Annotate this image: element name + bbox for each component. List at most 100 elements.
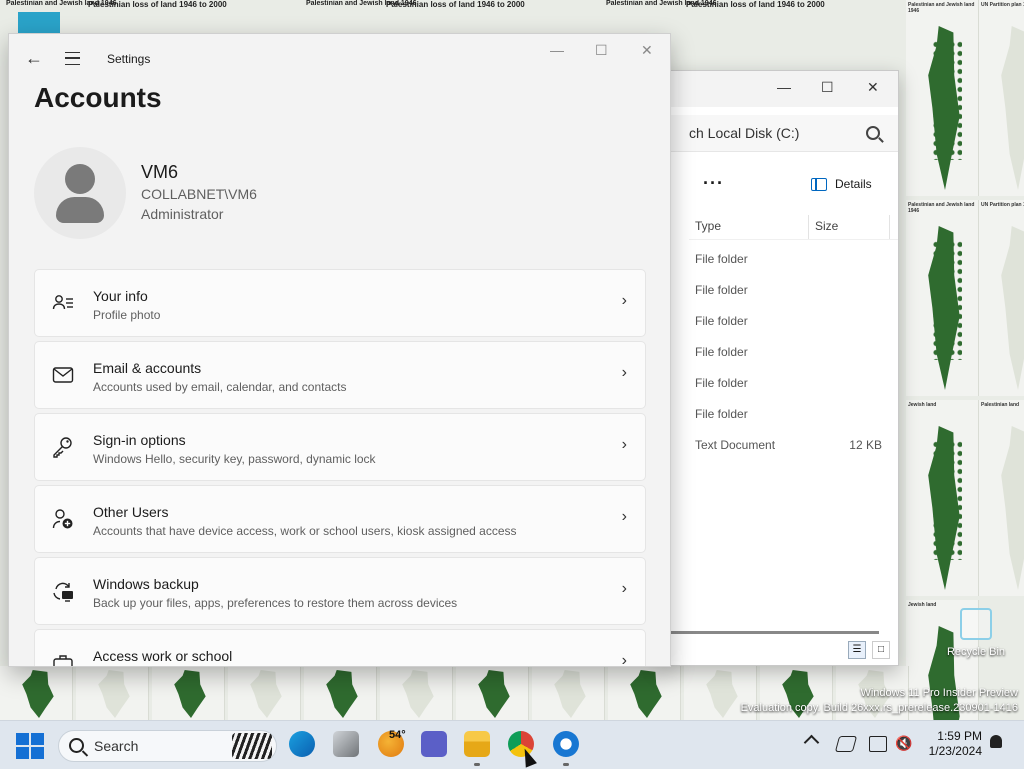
evaluation-watermark: Windows 11 Pro Insider Preview Evaluatio… (740, 687, 1018, 714)
teams-icon[interactable] (421, 731, 447, 757)
briefcase-icon (53, 655, 73, 666)
maximize-icon[interactable]: ☐ (595, 42, 608, 59)
chevron-right-icon: › (621, 292, 627, 309)
file-row[interactable]: Text Document 12 KB (695, 434, 882, 465)
details-pane-button[interactable]: Details (811, 177, 872, 191)
wallpaper-map-tile: UN Partition plan 1947 (979, 200, 1024, 396)
clock-time: 1:59 PM (937, 729, 982, 743)
recycle-bin-icon (960, 608, 992, 640)
taskbar: Search 54° 🔇 1:59 PM 1/23/2024 (0, 720, 1024, 769)
maximize-icon[interactable]: ☐ (821, 79, 834, 96)
user-name: VM6 (141, 162, 179, 182)
blue-app-icon[interactable] (553, 731, 579, 757)
column-divider[interactable] (808, 215, 809, 239)
card-label: Windows backup (93, 576, 199, 592)
edge-pre-icon[interactable] (289, 731, 315, 757)
setting-card-email-accounts[interactable]: Email & accounts Accounts used by email,… (34, 341, 646, 409)
column-header-type[interactable]: Type (695, 219, 721, 233)
file-row[interactable]: File folder (695, 248, 882, 279)
details-pane-icon (811, 177, 827, 191)
avatar-body (56, 197, 104, 223)
person-list-icon (52, 295, 73, 310)
user-domain: COLLABNET\VM6 (141, 186, 257, 202)
explorer-titlebar[interactable]: — ☐ ✕ (661, 71, 898, 107)
start-button[interactable] (16, 733, 44, 759)
card-description: Windows Hello, security key, password, d… (93, 452, 376, 466)
card-label: Access work or school (93, 648, 233, 664)
setting-card-other-users[interactable]: Other Users Accounts that have device ac… (34, 485, 646, 553)
avatar[interactable] (34, 147, 126, 239)
close-icon[interactable]: ✕ (641, 42, 653, 59)
setting-card-sign-in-options[interactable]: Sign-in options Windows Hello, security … (34, 413, 646, 481)
page-title: Accounts (34, 82, 162, 113)
details-view-icon[interactable]: ☰ (848, 641, 866, 659)
wallpaper-map-tile: Palestinian and Jewish land 1946 (906, 200, 979, 396)
search-label: Search (94, 738, 139, 754)
chevron-right-icon: › (621, 652, 627, 667)
file-explorer-icon[interactable] (464, 731, 490, 757)
file-row[interactable]: File folder (695, 372, 882, 403)
card-label: Your info (93, 288, 148, 304)
file-explorer-window[interactable]: — ☐ ✕ ch Local Disk (C:) ··· Details Typ… (660, 70, 899, 666)
wallpaper-map-tile: Jewish land (906, 400, 979, 596)
wallpaper-caption: Palestinian loss of land 1946 to 2000 (686, 0, 825, 9)
column-headers: Type Size (689, 215, 898, 240)
setting-card-windows-backup[interactable]: Windows backup Back up your files, apps,… (34, 557, 646, 625)
person-add-icon (52, 509, 73, 529)
chevron-right-icon: › (621, 508, 627, 525)
tiles-view-icon[interactable]: □ (872, 641, 890, 659)
running-indicator (474, 763, 480, 766)
minimize-icon[interactable]: — (550, 42, 564, 58)
windows-logo-icon (16, 733, 29, 745)
volume-muted-icon[interactable]: 🔇 (895, 736, 912, 750)
wallpaper-caption: Palestinian loss of land 1946 to 2000 (88, 0, 227, 9)
explorer-search-input[interactable]: ch Local Disk (C:) (661, 115, 898, 152)
card-label: Email & accounts (93, 360, 202, 376)
column-divider[interactable] (889, 215, 890, 239)
mail-icon (52, 367, 74, 383)
show-hidden-icons-icon[interactable] (803, 734, 820, 751)
recycle-bin-shortcut[interactable]: Recycle Bin (941, 608, 1011, 658)
backup-icon (53, 582, 73, 602)
window-title: Settings (107, 52, 151, 66)
file-row[interactable]: File folder (695, 310, 882, 341)
notification-bell-icon[interactable] (990, 735, 1002, 748)
taskbar-search[interactable]: Search (58, 730, 277, 762)
horizontal-scrollbar[interactable] (661, 631, 879, 634)
card-description: Back up your files, apps, preferences to… (93, 596, 458, 610)
recycle-bin-label: Recycle Bin (946, 646, 1006, 658)
key-icon (53, 437, 72, 458)
view-toggle: ☰ □ (848, 641, 890, 659)
file-row[interactable]: File folder (695, 279, 882, 310)
chevron-right-icon: › (621, 364, 627, 381)
hamburger-menu-icon[interactable] (65, 52, 80, 65)
wallpaper-map-tile: Palestinian and Jewish land 1946 (906, 0, 979, 196)
wallpaper-caption: Palestinian loss of land 1946 to 2000 (386, 0, 525, 9)
chevron-right-icon: › (621, 580, 627, 597)
back-arrow-icon[interactable]: ← (25, 48, 43, 69)
chevron-right-icon: › (621, 436, 627, 453)
close-icon[interactable]: ✕ (867, 79, 879, 96)
task-view-icon[interactable] (333, 731, 359, 757)
file-row[interactable]: File folder (695, 403, 882, 434)
setting-card-access-work-school[interactable]: Access work or school › (34, 629, 646, 667)
setting-card-your-info[interactable]: Your info Profile photo › (34, 269, 646, 337)
display-icon[interactable] (869, 736, 887, 752)
card-label: Sign-in options (93, 432, 186, 448)
column-header-size[interactable]: Size (815, 219, 838, 233)
file-row[interactable]: File folder (695, 341, 882, 372)
file-list: File folder File folder File folder File… (695, 248, 882, 465)
system-clock[interactable]: 1:59 PM 1/23/2024 (918, 729, 982, 759)
weather-temperature: 54° (389, 729, 406, 741)
search-highlight-image (232, 733, 272, 759)
search-icon[interactable] (866, 126, 880, 140)
explorer-command-bar: ··· Details (661, 167, 898, 207)
search-icon (69, 738, 84, 753)
avatar-head (65, 164, 95, 194)
minimize-icon[interactable]: — (777, 79, 791, 95)
user-role: Administrator (141, 206, 224, 222)
network-icon[interactable] (834, 736, 858, 752)
more-options-button[interactable]: ··· (703, 173, 724, 194)
wallpaper-top-strip: Palestinian and Jewish land 1946 Palesti… (0, 0, 1024, 36)
settings-window[interactable]: ← Settings — ☐ ✕ Accounts VM6 COLLABNET\… (8, 33, 671, 667)
